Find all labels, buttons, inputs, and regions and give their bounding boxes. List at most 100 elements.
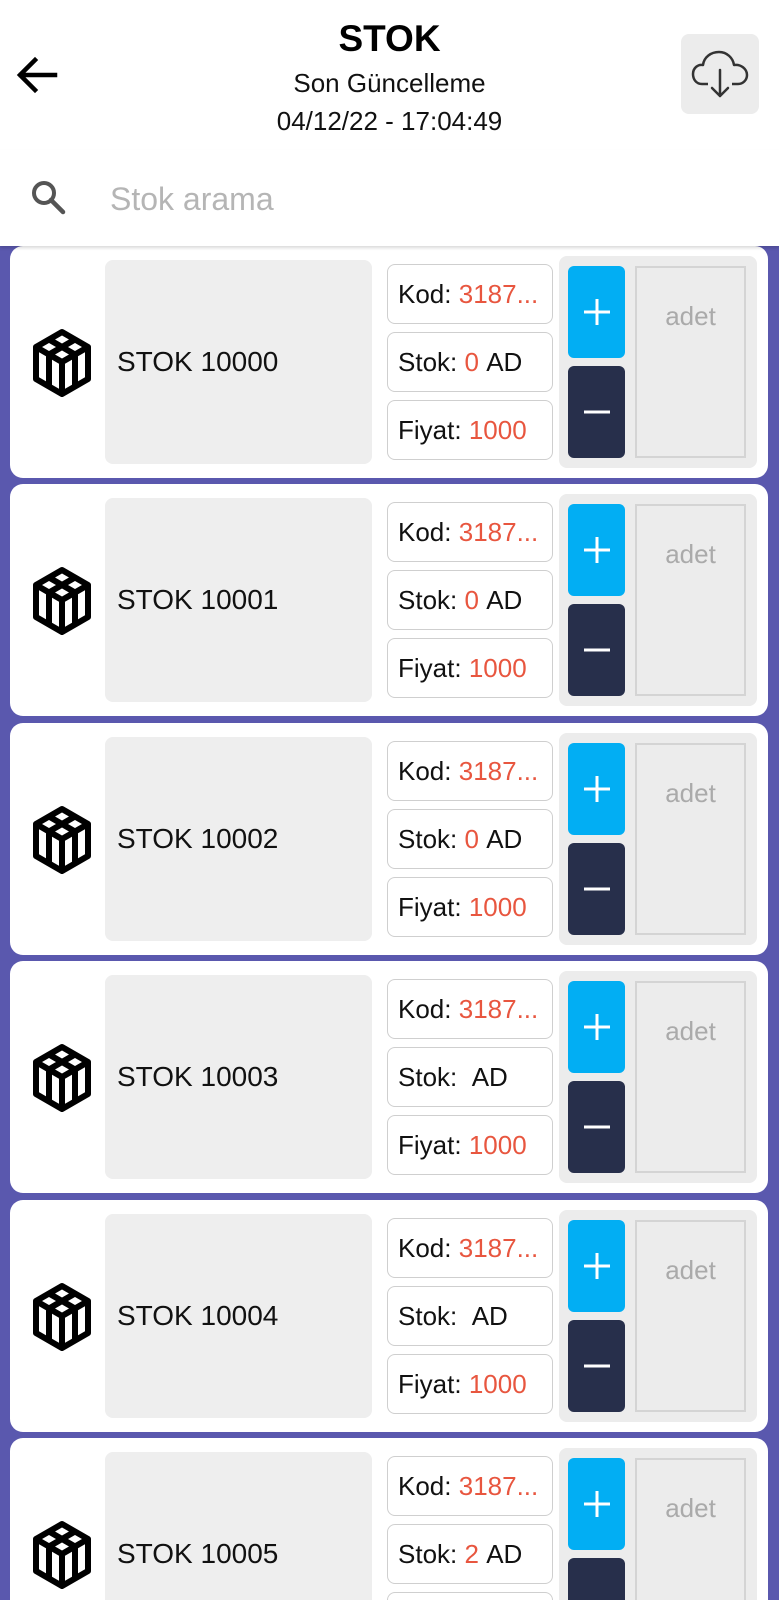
codepen-cube-icon [33, 1283, 91, 1351]
code-value: 3187... [458, 993, 539, 1024]
quantity-panel [559, 733, 757, 945]
price-value: 1000 [468, 1368, 527, 1399]
stock-unit: AD [486, 584, 523, 615]
quantity-input[interactable] [635, 1220, 746, 1412]
codepen-cube-icon [33, 1044, 91, 1112]
price-value: 1000 [468, 414, 527, 445]
code-value: 3187... [458, 516, 539, 547]
item-stock-field: Stok: 0 AD [387, 570, 553, 630]
item-name: STOK 10000 [105, 260, 372, 464]
increase-quantity-button[interactable] [568, 266, 625, 358]
price-label: Fiyat: [398, 652, 462, 683]
download-button[interactable] [681, 34, 759, 114]
quantity-panel [559, 494, 757, 706]
item-price-field: Fiyat: 1000 [387, 638, 553, 698]
item-name: STOK 10002 [105, 737, 372, 941]
minus-icon [583, 410, 610, 414]
stock-label: Stok: [398, 1300, 458, 1331]
increase-quantity-button[interactable] [568, 743, 625, 835]
stock-value: 2 [464, 1538, 479, 1569]
item-code-field: Kod: 3187... [387, 979, 553, 1039]
item-price-field: Fiyat: 1000 [387, 877, 553, 937]
item-name: STOK 10001 [105, 498, 372, 702]
price-value: 1000 [468, 652, 527, 683]
stock-item-card: STOK 10003 Kod: 3187... Stok: AD Fiyat: … [10, 961, 768, 1193]
stock-value: 0 [464, 584, 479, 615]
quantity-input[interactable] [635, 504, 746, 696]
quantity-panel [559, 971, 757, 1183]
app-header: STOK Son Güncelleme 04/12/22 - 17:04:49 [0, 0, 779, 151]
increase-quantity-button[interactable] [568, 1458, 625, 1550]
decrease-quantity-button[interactable] [568, 1320, 625, 1412]
code-label: Kod: [398, 516, 452, 547]
price-label: Fiyat: [398, 1368, 462, 1399]
quantity-input[interactable] [635, 1458, 746, 1600]
code-value: 3187... [458, 755, 539, 786]
code-label: Kod: [398, 755, 452, 786]
stock-item-card: STOK 10000 Kod: 3187... Stok: 0 AD Fiyat… [10, 246, 768, 478]
search-input[interactable] [108, 170, 752, 228]
plus-icon [583, 537, 610, 563]
item-name: STOK 10003 [105, 975, 372, 1179]
code-label: Kod: [398, 993, 452, 1024]
stock-value: 0 [464, 346, 479, 377]
code-label: Kod: [398, 278, 452, 309]
code-value: 3187... [458, 1470, 539, 1501]
minus-icon [583, 887, 610, 891]
quantity-input[interactable] [635, 743, 746, 935]
plus-icon [583, 1014, 610, 1040]
plus-icon [583, 1491, 610, 1517]
code-label: Kod: [398, 1232, 452, 1263]
decrease-quantity-button[interactable] [568, 1558, 625, 1600]
item-code-field: Kod: 3187... [387, 1456, 553, 1516]
decrease-quantity-button[interactable] [568, 604, 625, 696]
increase-quantity-button[interactable] [568, 1220, 625, 1312]
stock-item-card: STOK 10005 Kod: 3187... Stok: 2 AD Fiyat… [10, 1438, 768, 1600]
stock-list[interactable]: STOK 10000 Kod: 3187... Stok: 0 AD Fiyat… [0, 246, 779, 1600]
search-bar [0, 150, 779, 246]
plus-icon [583, 1253, 610, 1279]
increase-quantity-button[interactable] [568, 981, 625, 1073]
minus-icon [583, 1364, 610, 1368]
cloud-download-icon [691, 50, 749, 98]
item-price-field: Fiyat: 1000 [387, 400, 553, 460]
quantity-panel [559, 1448, 757, 1600]
codepen-cube-icon [33, 329, 91, 397]
item-code-field: Kod: 3187... [387, 741, 553, 801]
item-stock-field: Stok: AD [387, 1047, 553, 1107]
decrease-quantity-button[interactable] [568, 843, 625, 935]
decrease-quantity-button[interactable] [568, 366, 625, 458]
price-label: Fiyat: [398, 414, 462, 445]
search-icon [32, 181, 66, 215]
last-update-label: Son Güncelleme [293, 68, 486, 98]
item-code-field: Kod: 3187... [387, 1218, 553, 1278]
item-price-field: Fiyat: 1000 [387, 1354, 553, 1414]
item-stock-field: Stok: AD [387, 1286, 553, 1346]
item-stock-field: Stok: 2 AD [387, 1524, 553, 1584]
price-value: 1000 [468, 1129, 527, 1160]
quantity-input[interactable] [635, 981, 746, 1173]
item-name: STOK 10004 [105, 1214, 372, 1418]
item-code-field: Kod: 3187... [387, 264, 553, 324]
quantity-input[interactable] [635, 266, 746, 458]
stock-unit: AD [486, 346, 523, 377]
stock-label: Stok: [398, 584, 458, 615]
stock-unit: AD [486, 823, 523, 854]
stock-label: Stok: [398, 1538, 458, 1569]
increase-quantity-button[interactable] [568, 504, 625, 596]
quantity-panel [559, 1210, 757, 1422]
codepen-cube-icon [33, 1521, 91, 1589]
stock-label: Stok: [398, 823, 458, 854]
code-label: Kod: [398, 1470, 452, 1501]
item-stock-field: Stok: 0 AD [387, 809, 553, 869]
price-value: 1000 [468, 891, 527, 922]
item-name: STOK 10005 [105, 1452, 372, 1600]
decrease-quantity-button[interactable] [568, 1081, 625, 1173]
minus-icon [582, 1589, 612, 1600]
stock-label: Stok: [398, 346, 458, 377]
stock-unit: AD [471, 1300, 508, 1331]
stock-unit: AD [471, 1061, 508, 1092]
code-value: 3187... [458, 1232, 539, 1263]
last-update-timestamp: 04/12/22 - 17:04:49 [276, 106, 503, 136]
item-price-field: Fiyat: 1000 [387, 1115, 553, 1175]
